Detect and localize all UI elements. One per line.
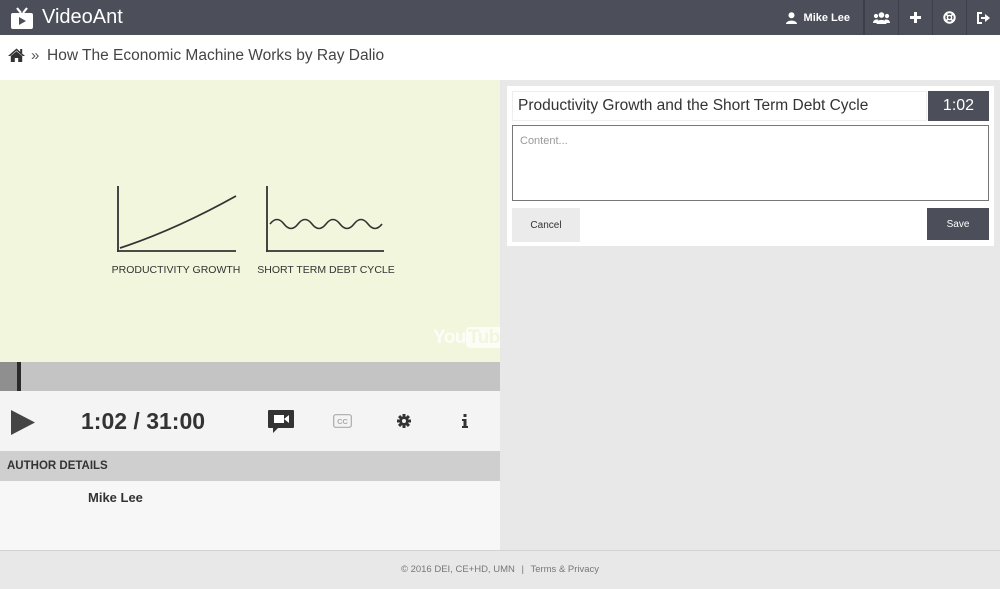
settings-button[interactable] — [395, 391, 413, 451]
video-timeline[interactable] — [0, 362, 500, 391]
top-nav-bar: VideoAnt Mike Lee — [0, 0, 1000, 35]
short-term-debt-cycle-label: SHORT TERM DEBT CYCLE — [257, 264, 395, 276]
breadcrumb: » How The Economic Machine Works by Ray … — [0, 35, 1000, 80]
author-name: Mike Lee — [88, 490, 143, 505]
info-button[interactable] — [457, 391, 473, 451]
help-button[interactable] — [932, 0, 966, 35]
user-icon — [785, 11, 797, 24]
footer-copyright: © 2016 DEI, CE+HD, UMN — [400, 564, 515, 575]
add-annotation-button[interactable] — [266, 391, 296, 451]
annotation-editor: 1:02 Cancel Save — [507, 86, 994, 246]
youtube-watermark-you: You — [433, 327, 466, 348]
add-annotation-icon — [268, 409, 294, 433]
breadcrumb-separator: » — [31, 47, 40, 64]
player-controls: 1:02 / 31:00 CC — [0, 391, 500, 451]
timeline-played — [0, 362, 17, 391]
closed-captions-button[interactable]: CC — [331, 391, 353, 451]
help-ring-icon — [943, 11, 956, 24]
tv-antenna-logo-icon — [11, 6, 33, 29]
info-icon — [462, 414, 468, 428]
save-button[interactable]: Save — [927, 208, 989, 240]
closed-captions-icon: CC — [332, 414, 352, 428]
footer-divider: | — [521, 564, 524, 575]
sign-out-button[interactable] — [966, 0, 1000, 35]
productivity-growth-graph — [117, 186, 237, 252]
plus-icon — [910, 12, 921, 23]
sign-out-icon — [977, 11, 990, 24]
groups-button[interactable] — [864, 0, 898, 35]
short-term-debt-cycle-graph — [266, 186, 384, 252]
user-menu[interactable]: Mike Lee — [774, 0, 864, 35]
play-icon[interactable] — [10, 409, 36, 436]
new-ant-button[interactable] — [898, 0, 932, 35]
svg-text:CC: CC — [337, 417, 348, 426]
video-player[interactable]: PRODUCTIVITY GROWTH SHORT TERM DEBT CYCL… — [0, 80, 500, 362]
terms-privacy-link[interactable]: Terms & Privacy — [530, 564, 599, 575]
youtube-watermark: YouTube — [433, 327, 500, 349]
timeline-playhead[interactable] — [17, 362, 21, 391]
user-name: Mike Lee — [803, 11, 850, 24]
author-details-panel: Mike Lee — [0, 481, 500, 550]
author-details-heading: AUTHOR DETAILS — [0, 451, 500, 481]
annotation-title-input[interactable] — [512, 91, 927, 121]
youtube-watermark-tube: Tube — [465, 327, 500, 348]
page-title: How The Economic Machine Works by Ray Da… — [47, 47, 385, 64]
settings-gear-icon — [397, 414, 411, 428]
annotation-content-input[interactable] — [512, 125, 989, 201]
productivity-growth-label: PRODUCTIVITY GROWTH — [112, 264, 241, 276]
nav-actions: Mike Lee — [774, 0, 1000, 35]
annotation-time-badge[interactable]: 1:02 — [928, 91, 989, 121]
time-readout: 1:02 / 31:00 — [81, 408, 206, 434]
group-icon — [873, 11, 890, 24]
home-icon[interactable] — [8, 48, 25, 62]
video-frame-sketch: PRODUCTIVITY GROWTH SHORT TERM DEBT CYCL… — [112, 186, 395, 276]
brand-logo-link[interactable]: VideoAnt — [10, 5, 123, 30]
brand-name: VideoAnt — [42, 6, 123, 28]
cancel-button[interactable]: Cancel — [512, 208, 580, 242]
footer: © 2016 DEI, CE+HD, UMN | Terms & Privacy — [0, 550, 1000, 589]
